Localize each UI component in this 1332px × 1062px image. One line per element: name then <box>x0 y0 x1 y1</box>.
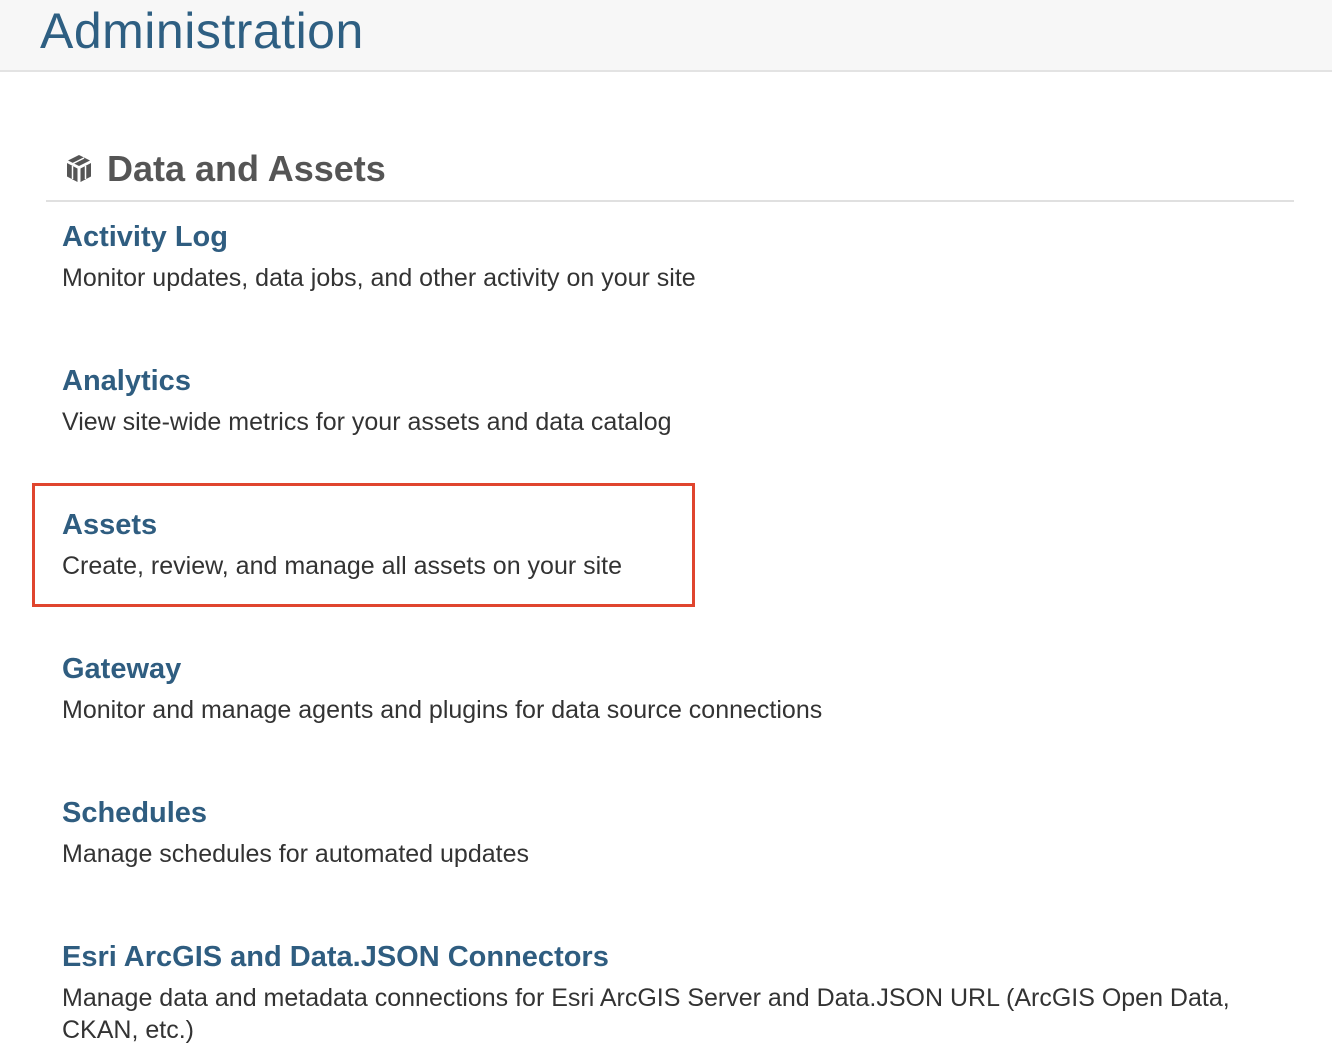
activity-log-description: Monitor updates, data jobs, and other ac… <box>62 264 696 292</box>
admin-item-activity-log: Activity Log Monitor updates, data jobs,… <box>62 220 1302 294</box>
highlight-box <box>32 483 695 607</box>
analytics-link[interactable]: Analytics <box>62 364 1302 398</box>
schedules-link[interactable]: Schedules <box>62 796 1302 830</box>
connectors-description: Manage data and metadata connections for… <box>62 984 1230 1044</box>
gateway-description: Monitor and manage agents and plugins fo… <box>62 696 823 724</box>
section-header: Data and Assets <box>46 140 1294 202</box>
admin-header: Administration <box>0 0 1332 72</box>
section-title: Data and Assets <box>107 148 386 189</box>
schedules-description: Manage schedules for automated updates <box>62 840 529 868</box>
admin-item-gateway: Gateway Monitor and manage agents and pl… <box>62 652 1302 726</box>
connectors-link[interactable]: Esri ArcGIS and Data.JSON Connectors <box>62 940 1302 974</box>
admin-item-schedules: Schedules Manage schedules for automated… <box>62 796 1302 870</box>
admin-item-connectors: Esri ArcGIS and Data.JSON Connectors Man… <box>62 940 1302 1046</box>
cube-icon <box>63 153 95 185</box>
gateway-link[interactable]: Gateway <box>62 652 1302 686</box>
admin-item-analytics: Analytics View site-wide metrics for you… <box>62 364 1302 438</box>
analytics-description: View site-wide metrics for your assets a… <box>62 408 672 436</box>
activity-log-link[interactable]: Activity Log <box>62 220 1302 254</box>
page-title: Administration <box>40 3 364 59</box>
